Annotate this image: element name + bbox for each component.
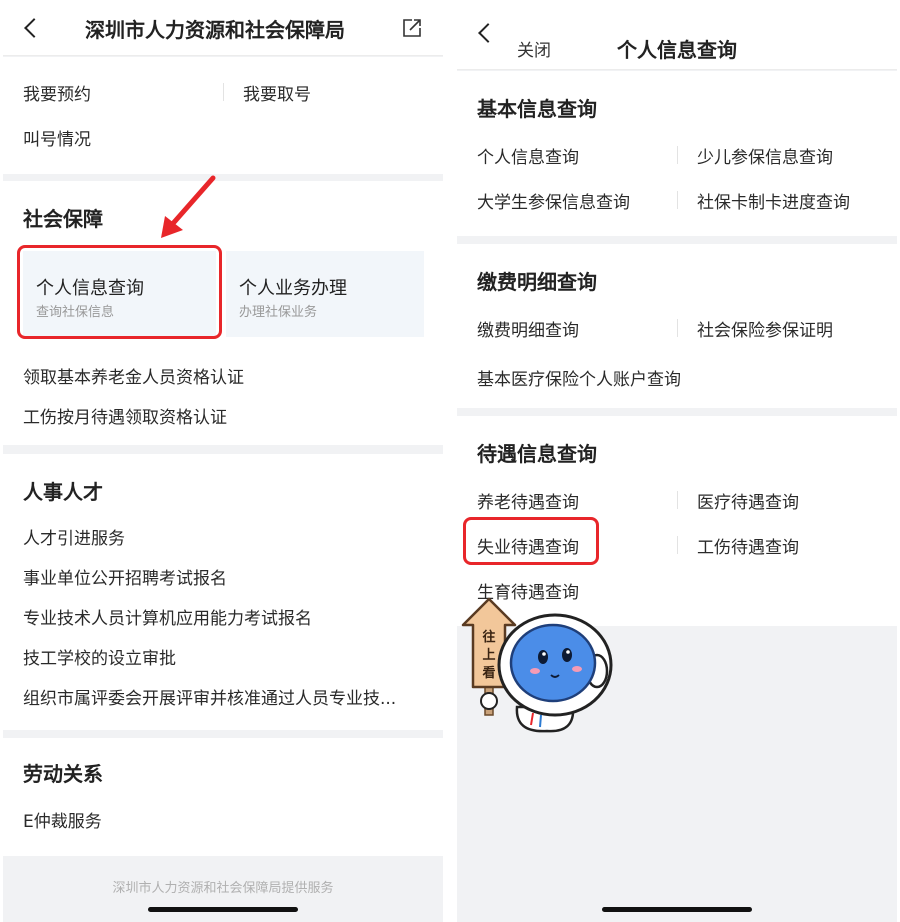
share-icon[interactable]	[401, 17, 423, 39]
quick-service-card: 我要预约 我要取号 叫号情况	[3, 57, 443, 174]
left-screen: 深圳市人力资源和社会保障局 我要预约 我要取号 叫号情况 社会保障 个人信息查询…	[3, 0, 443, 922]
list-item[interactable]: 专业技术人员计算机应用能力考试报名	[23, 604, 312, 629]
list-item[interactable]: 事业单位公开招聘考试报名	[23, 564, 227, 589]
tile-subtitle: 办理社保业务	[239, 305, 318, 320]
divider	[677, 536, 678, 554]
home-indicator	[602, 907, 752, 912]
appointment-link[interactable]: 我要预约	[23, 80, 91, 105]
list-item[interactable]: 工伤待遇查询	[697, 533, 799, 558]
divider	[223, 83, 224, 101]
left-header: 深圳市人力资源和社会保障局	[3, 0, 443, 56]
list-item[interactable]: 社会保险参保证明	[697, 316, 833, 341]
list-item[interactable]: 少儿参保信息查询	[697, 143, 833, 168]
red-arrow-icon	[161, 175, 216, 238]
take-number-link[interactable]: 我要取号	[243, 80, 311, 105]
list-item[interactable]: 养老待遇查询	[477, 488, 579, 513]
labor-card: 劳动关系 E仲裁服务	[3, 738, 443, 856]
sign-char: 上	[482, 648, 495, 663]
section-title: 基本信息查询	[477, 97, 597, 121]
section-title: 社会保障	[23, 207, 103, 231]
section-title: 人事人才	[23, 480, 103, 504]
highlight-box	[463, 517, 599, 565]
talent-card: 人事人才 人才引进服务 事业单位公开招聘考试报名 专业技术人员计算机应用能力考试…	[3, 454, 443, 730]
list-item[interactable]: 人才引进服务	[23, 524, 125, 549]
divider	[677, 191, 678, 209]
list-item[interactable]: 工伤按月待遇领取资格认证	[23, 403, 227, 428]
home-indicator	[148, 907, 298, 912]
sign-char: 往	[482, 629, 495, 645]
social-security-card: 社会保障 个人信息查询 查询社保信息 个人业务办理 办理社保业务 领取基本养老金…	[3, 181, 443, 445]
divider	[677, 319, 678, 337]
divider	[677, 491, 678, 509]
footer-provider-text: 深圳市人力资源和社会保障局提供服务	[112, 881, 334, 896]
list-item[interactable]: 技工学校的设立审批	[23, 644, 176, 669]
list-item[interactable]: 个人信息查询	[477, 143, 579, 168]
close-button[interactable]: 关闭	[517, 36, 551, 61]
tile-title: 个人业务办理	[239, 278, 347, 299]
list-item[interactable]: 医疗待遇查询	[697, 488, 799, 513]
list-item[interactable]: 缴费明细查询	[477, 316, 579, 341]
tile-personal-business[interactable]: 个人业务办理 办理社保业务	[226, 251, 424, 337]
highlight-box	[17, 245, 222, 339]
basic-info-card: 基本信息查询 个人信息查询 少儿参保信息查询 大学生参保信息查询 社保卡制卡进度…	[457, 71, 897, 236]
list-item[interactable]: 大学生参保信息查询	[477, 188, 630, 213]
right-header: 关闭 个人信息查询	[457, 0, 897, 70]
page-title: 深圳市人力资源和社会保障局	[85, 18, 345, 42]
list-item[interactable]: 社保卡制卡进度查询	[697, 188, 850, 213]
sign-char: 看	[482, 665, 495, 681]
page-title: 个人信息查询	[617, 38, 737, 62]
chevron-left-icon[interactable]	[23, 15, 37, 41]
divider	[677, 146, 678, 164]
chevron-left-icon[interactable]	[477, 20, 491, 46]
list-item[interactable]: E仲裁服务	[23, 807, 102, 832]
list-item[interactable]: 基本医疗保险个人账户查询	[477, 365, 681, 390]
queue-status-link[interactable]: 叫号情况	[23, 125, 91, 150]
mascot-icon: 往 上 看	[461, 597, 613, 733]
right-screen: 关闭 个人信息查询 基本信息查询 个人信息查询 少儿参保信息查询 大学生参保信息…	[457, 0, 897, 922]
list-item[interactable]: 组织市属评委会开展评审并核准通过人员专业技...	[23, 684, 396, 709]
section-title: 待遇信息查询	[477, 442, 597, 466]
section-title: 缴费明细查询	[477, 270, 597, 294]
section-title: 劳动关系	[23, 762, 103, 786]
list-item[interactable]: 领取基本养老金人员资格认证	[23, 363, 244, 388]
payment-card: 缴费明细查询 缴费明细查询 社会保险参保证明 基本医疗保险个人账户查询	[457, 244, 897, 408]
